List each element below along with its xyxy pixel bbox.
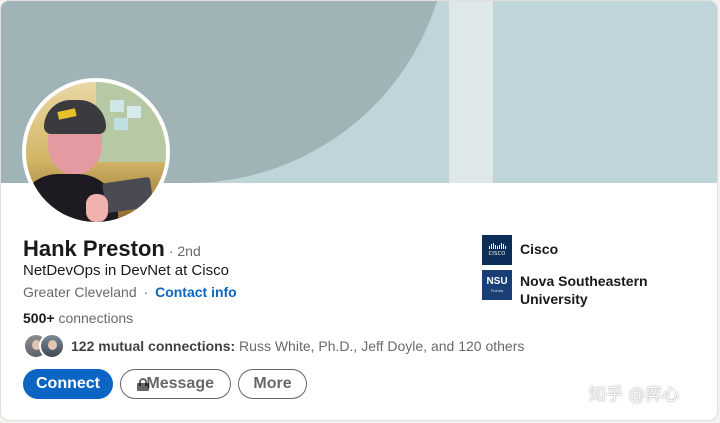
name-row: Hank Preston · 2nd <box>23 236 201 262</box>
mutual-connections-link[interactable]: 122 mutual connections: Russ White, Ph.D… <box>23 333 524 359</box>
connections-label: connections <box>58 310 134 326</box>
banner-panel <box>493 1 717 183</box>
profile-photo-image <box>26 82 166 222</box>
mutual-avatar <box>39 333 65 359</box>
mutual-connections-count: 122 mutual connections: <box>71 338 236 354</box>
connections-count: 500+ <box>23 310 55 326</box>
education-name: Nova Southeastern University <box>520 273 648 307</box>
location-separator: · <box>143 284 149 300</box>
more-button[interactable]: More <box>238 369 307 399</box>
location-row: Greater Cleveland · Contact info <box>23 284 237 300</box>
profile-photo[interactable] <box>22 78 170 226</box>
message-button-label: Message <box>146 375 214 392</box>
mutual-avatars <box>23 333 65 359</box>
profile-location: Greater Cleveland <box>23 284 137 300</box>
connection-degree: · 2nd <box>168 243 201 259</box>
profile-card: Hank Preston · 2nd NetDevOps in DevNet a… <box>1 1 717 420</box>
watermark: 知乎 @弈心 <box>589 385 680 405</box>
lock-icon <box>137 377 149 391</box>
banner-stripe <box>449 1 493 183</box>
cisco-logo: CISCO <box>482 235 512 265</box>
contact-info-link[interactable]: Contact info <box>155 284 237 300</box>
profile-headline: NetDevOps in DevNet at Cisco <box>23 262 229 279</box>
education-link[interactable]: NSU Florida Nova Southeastern University <box>482 270 670 308</box>
current-company-name: Cisco <box>520 241 559 257</box>
mutual-connections-text: 122 mutual connections: Russ White, Ph.D… <box>71 338 524 354</box>
profile-name: Hank Preston <box>23 236 165 261</box>
connections-link[interactable]: 500+ connections <box>23 310 133 326</box>
current-company-link[interactable]: CISCO Cisco <box>482 235 670 265</box>
message-button[interactable]: Message <box>120 369 231 399</box>
profile-actions: Connect Message More <box>23 369 307 399</box>
mutual-connections-names: Russ White, Ph.D., Jeff Doyle, and 120 o… <box>239 338 525 354</box>
connect-button[interactable]: Connect <box>23 369 113 399</box>
nsu-logo: NSU Florida <box>482 270 512 300</box>
